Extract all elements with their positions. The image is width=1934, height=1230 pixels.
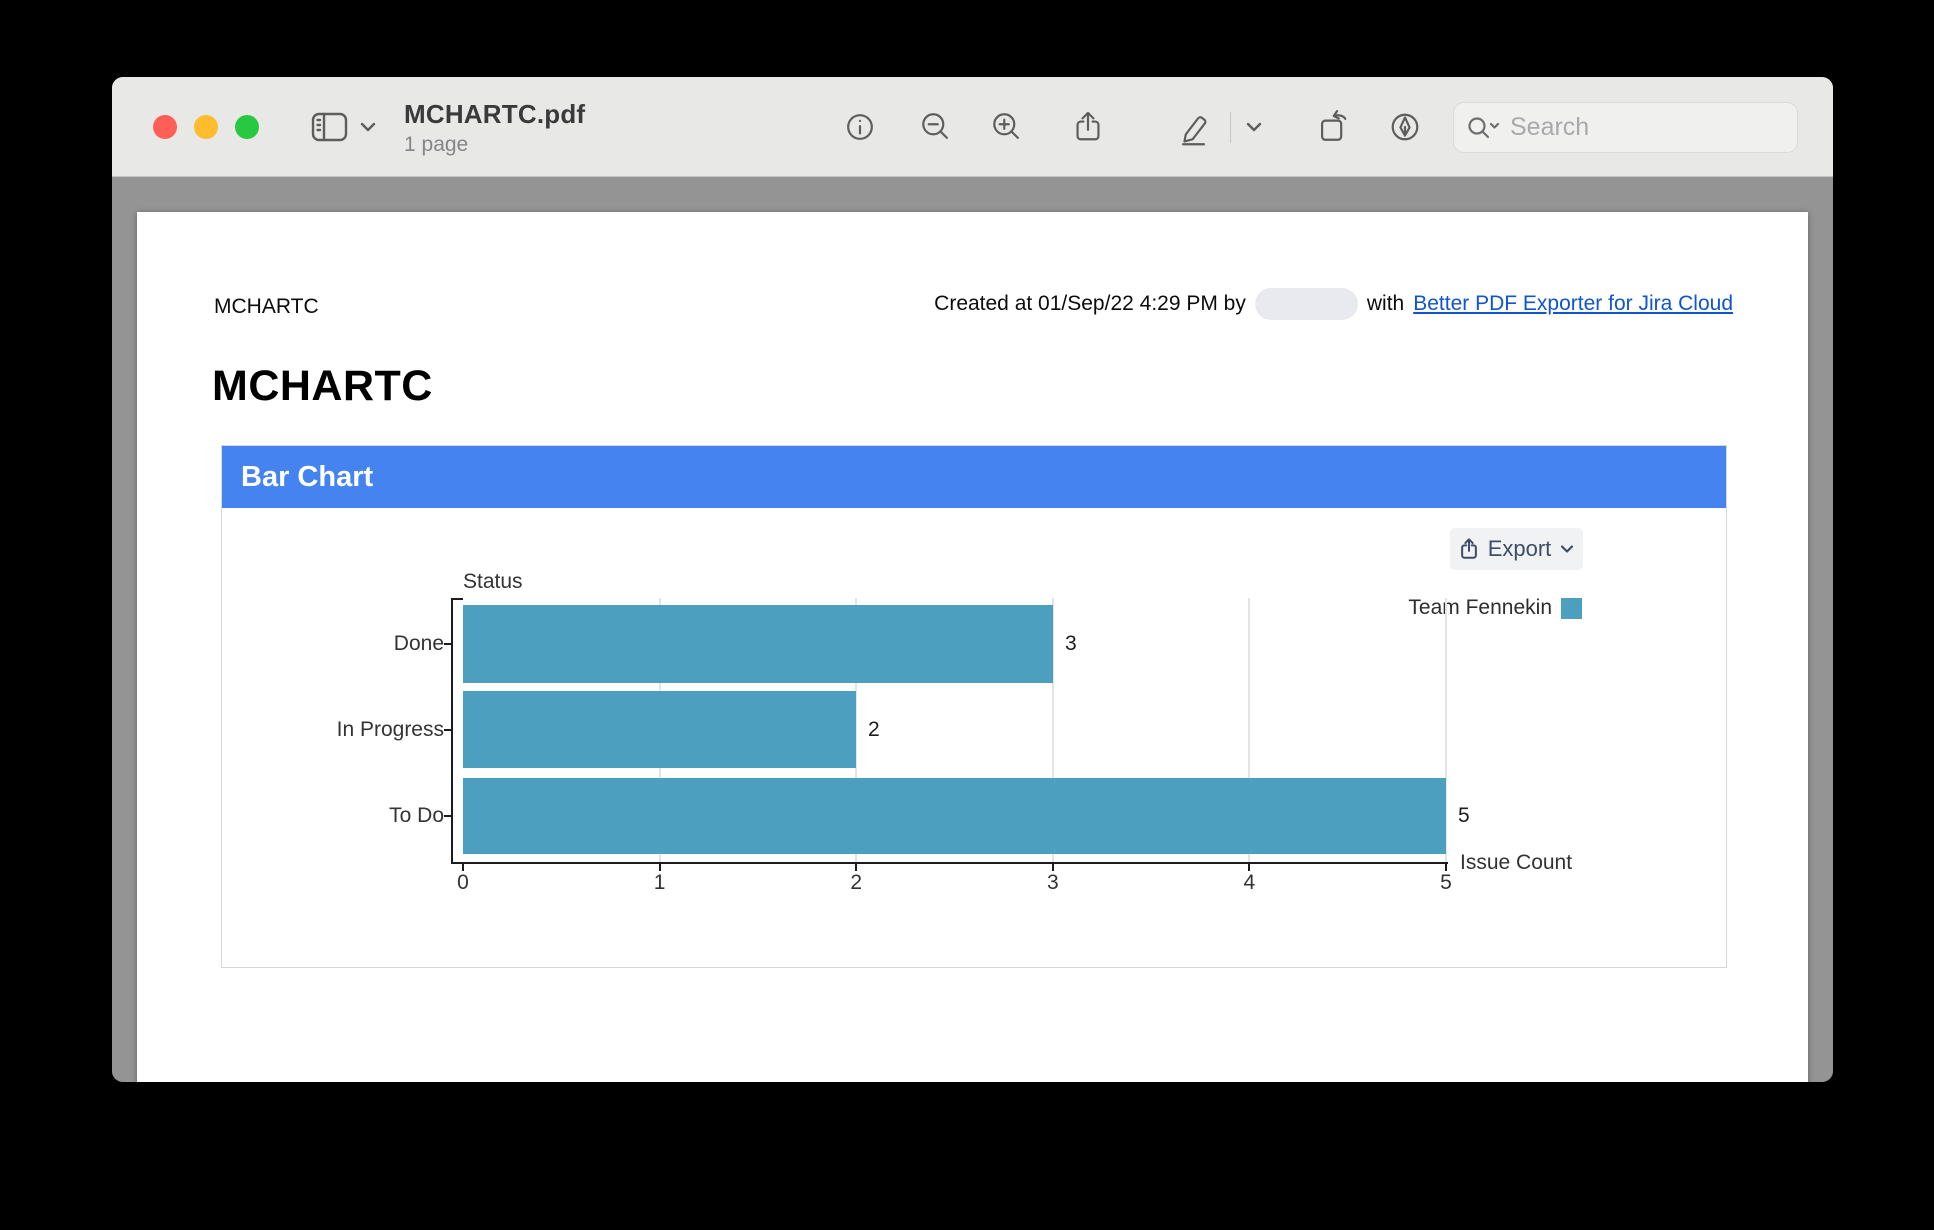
with-text: with (1367, 292, 1404, 316)
fill-sign-button[interactable] (1383, 105, 1427, 149)
panel-header: Bar Chart (222, 446, 1726, 508)
rotate-button[interactable] (1311, 105, 1355, 149)
y-axis (451, 598, 453, 864)
chevron-down-icon (358, 105, 378, 149)
bar-to-do (463, 778, 1446, 854)
x-tick (462, 862, 464, 871)
zoom-in-icon (987, 107, 1027, 147)
x-tick-label: 2 (850, 871, 862, 895)
bar-chart-panel: Bar Chart Export Tea (221, 445, 1727, 968)
markup-button[interactable] (1172, 105, 1216, 149)
panel-body: Export Team Fennekin 3Done2In Progress5T… (222, 508, 1726, 967)
zoom-out-icon (916, 107, 956, 147)
markup-options-button[interactable] (1236, 105, 1272, 149)
rotate-icon (1313, 107, 1353, 147)
zoom-button[interactable] (235, 115, 259, 139)
document-header-right: Created at 01/Sep/22 4:29 PM by with Bet… (934, 288, 1733, 320)
bar-done (463, 605, 1053, 683)
search-input[interactable] (1510, 113, 1785, 142)
value-label: 3 (1065, 605, 1077, 683)
category-label: In Progress (274, 691, 444, 768)
redacted-author (1255, 288, 1358, 320)
x-tick (1248, 862, 1250, 871)
x-axis-title: Issue Count (1460, 851, 1572, 875)
x-tick-label: 1 (654, 871, 666, 895)
x-tick-label: 4 (1244, 871, 1256, 895)
created-at-text: Created at 01/Sep/22 4:29 PM by (934, 292, 1246, 316)
close-button[interactable] (153, 115, 177, 139)
markup-icon (1174, 107, 1214, 147)
y-axis-title: Status (463, 570, 523, 594)
document-title: MCHARTC (212, 362, 433, 411)
minimize-button[interactable] (194, 115, 218, 139)
x-tick (855, 862, 857, 871)
pdf-page: MCHARTC Created at 01/Sep/22 4:29 PM by … (137, 212, 1808, 1082)
share-button[interactable] (1066, 105, 1110, 149)
window-title: MCHARTC.pdf (404, 99, 585, 130)
y-axis-cap (453, 598, 463, 600)
x-tick-label: 5 (1440, 871, 1452, 895)
search-icon (1466, 115, 1500, 141)
zoom-out-button[interactable] (914, 105, 958, 149)
preview-window: MCHARTC.pdf 1 page (112, 77, 1833, 1082)
sidebar-icon (308, 105, 352, 149)
x-tick-label: 3 (1047, 871, 1059, 895)
traffic-lights (153, 115, 259, 139)
chart: 3 Done 2 In Progress 5 To Do 0 1 2 3 4 5 Status Issue… (222, 508, 1726, 967)
pen-nib-icon (1385, 107, 1425, 147)
exporter-link[interactable]: Better PDF Exporter for Jira Cloud (1413, 292, 1733, 316)
document-header-left: MCHARTC (214, 295, 319, 319)
page-count: 1 page (404, 133, 585, 157)
info-icon (840, 107, 880, 147)
toolbar-divider (1230, 112, 1231, 143)
x-tick-label: 0 (457, 871, 469, 895)
sidebar-toggle-button[interactable] (308, 105, 378, 149)
category-label: To Do (274, 778, 444, 854)
category-label: Done (274, 605, 444, 683)
share-icon (1068, 107, 1108, 147)
value-label: 2 (868, 691, 880, 768)
zoom-in-button[interactable] (985, 105, 1029, 149)
pdf-viewer[interactable]: MCHARTC Created at 01/Sep/22 4:29 PM by … (112, 178, 1833, 1082)
value-label: 5 (1458, 778, 1470, 854)
bar-in-progress (463, 691, 856, 768)
titlebar: MCHARTC.pdf 1 page (112, 77, 1833, 177)
search-field[interactable] (1453, 102, 1798, 153)
x-tick (1052, 862, 1054, 871)
markup-chevron-icon (1242, 115, 1266, 139)
info-button[interactable] (838, 105, 882, 149)
x-tick (659, 862, 661, 871)
x-tick (1445, 862, 1447, 871)
window-title-block: MCHARTC.pdf 1 page (404, 99, 585, 157)
x-axis (451, 862, 1448, 864)
